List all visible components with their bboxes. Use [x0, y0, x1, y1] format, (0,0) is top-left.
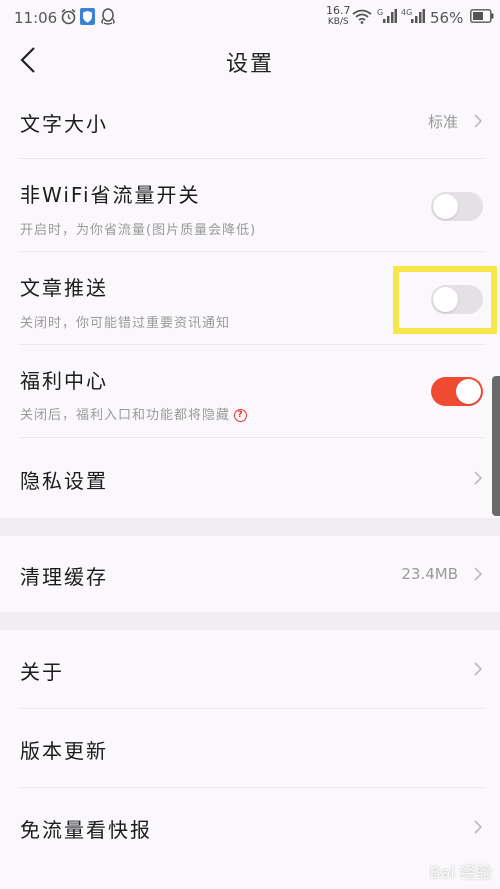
scroll-handle[interactable]	[492, 376, 500, 516]
welfare-center-description: 关闭后，福利入口和功能都将隐藏	[20, 408, 231, 423]
network-speed-unit: KB/S	[327, 17, 349, 27]
section-gap	[0, 612, 500, 630]
section-gap	[0, 518, 500, 536]
chevron-right-icon	[474, 567, 483, 581]
header: 设置	[0, 36, 500, 84]
welfare-center-description-wrap: 关闭后，福利入口和功能都将隐藏?	[20, 404, 248, 423]
svg-text:4G: 4G	[401, 8, 412, 17]
version-update-label: 版本更新	[20, 739, 108, 763]
article-push-description: 关闭时，你可能错过重要资讯通知	[20, 316, 231, 331]
status-time: 11:06	[14, 9, 58, 27]
cache-size-value: 23.4MB	[401, 565, 458, 583]
help-icon[interactable]: ?	[234, 409, 248, 422]
free-flow-row[interactable]: 免流量看快报	[0, 788, 500, 866]
wifi-saver-row: 非WiFi省流量开关 开启时，为你省流量(图片质量会降低)	[0, 159, 500, 251]
svg-text:G: G	[377, 8, 383, 17]
qq-icon	[101, 8, 115, 25]
chevron-right-icon	[474, 114, 483, 128]
wifi-saver-label: 非WiFi省流量开关	[20, 183, 201, 207]
welfare-center-toggle[interactable]	[431, 377, 483, 406]
about-row[interactable]: 关于	[0, 630, 500, 708]
battery-percent: 56%	[430, 9, 464, 27]
article-push-label: 文章推送	[20, 276, 108, 300]
network-speed-value: 16.7	[326, 4, 351, 17]
wifi-icon	[352, 9, 372, 24]
toggle-knob	[456, 379, 481, 404]
about-label: 关于	[20, 660, 64, 684]
chevron-right-icon	[474, 820, 483, 834]
signal-4g-icon: 4G	[401, 8, 425, 23]
alarm-icon	[61, 8, 76, 25]
status-bar: 11:06 16.7 KB/S G 4G 56%	[0, 0, 500, 36]
wifi-saver-description: 开启时，为你省流量(图片质量会降低)	[20, 223, 257, 238]
battery-icon	[470, 9, 494, 23]
welfare-center-label: 福利中心	[20, 369, 108, 393]
clear-cache-label: 清理缓存	[20, 565, 108, 589]
clear-cache-row[interactable]: 清理缓存 23.4MB	[0, 536, 500, 612]
version-update-row[interactable]: 版本更新	[0, 709, 500, 787]
toggle-knob	[433, 194, 458, 219]
welfare-center-row: 福利中心 关闭后，福利入口和功能都将隐藏?	[0, 345, 500, 437]
shield-icon	[80, 8, 95, 25]
font-size-label: 文字大小	[20, 112, 108, 136]
signal-g-icon: G	[377, 8, 397, 23]
chevron-right-icon	[474, 471, 483, 485]
privacy-settings-label: 隐私设置	[20, 469, 108, 493]
network-speed: 16.7 KB/S	[326, 4, 351, 28]
privacy-settings-row[interactable]: 隐私设置	[0, 438, 500, 518]
highlight-box	[393, 266, 497, 334]
font-size-row[interactable]: 文字大小 标准	[0, 92, 500, 158]
page-title: 设置	[225, 52, 274, 77]
chevron-right-icon	[474, 662, 483, 676]
font-size-value: 标准	[427, 113, 458, 131]
wifi-saver-toggle[interactable]	[431, 192, 483, 221]
watermark-text: Bai 经验	[429, 863, 492, 882]
free-flow-label: 免流量看快报	[20, 818, 152, 842]
